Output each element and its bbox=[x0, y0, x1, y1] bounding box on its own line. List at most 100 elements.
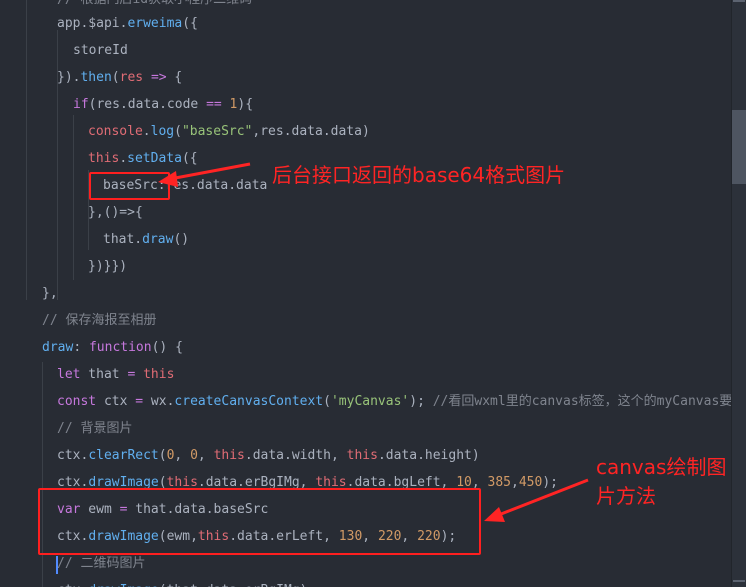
code-token: , bbox=[511, 475, 519, 490]
code-token: wx. bbox=[143, 394, 175, 409]
code-line[interactable]: if(res.data.code == 1){ bbox=[73, 91, 253, 118]
code-token: "baseSrc" bbox=[181, 124, 253, 139]
code-token: .data.width, bbox=[244, 448, 347, 463]
code-token: ctx. bbox=[57, 448, 89, 463]
code-token: 450 bbox=[518, 475, 543, 490]
code-token: . bbox=[142, 124, 151, 139]
annotation-label-canvas-line1: canvas绘制图 bbox=[596, 455, 727, 479]
code-token: draw bbox=[42, 340, 74, 355]
indent-guide bbox=[73, 115, 74, 280]
code-token: function bbox=[88, 340, 152, 355]
code-token: this bbox=[88, 151, 120, 166]
vertical-scrollbar[interactable] bbox=[731, 0, 746, 587]
code-token: { bbox=[166, 70, 183, 85]
code-token: setData bbox=[127, 151, 182, 166]
code-token: }). bbox=[57, 70, 81, 85]
code-token: app.$api. bbox=[57, 16, 128, 31]
scrollbar-thumb[interactable] bbox=[732, 110, 746, 184]
code-token: (res.data.code bbox=[88, 97, 207, 112]
code-token: log bbox=[150, 124, 175, 139]
code-token: erweima bbox=[127, 16, 183, 31]
code-token: // 保存海报至相册 bbox=[42, 313, 157, 328]
code-token: ); bbox=[542, 475, 558, 490]
annotation-arrowhead-2 bbox=[484, 507, 505, 522]
code-token: })}}) bbox=[88, 259, 128, 274]
code-token: ctx. bbox=[57, 583, 88, 587]
code-token: () { bbox=[151, 340, 183, 355]
code-token: const bbox=[57, 394, 97, 409]
code-token: : bbox=[73, 340, 89, 355]
code-line[interactable]: const ctx = wx.createCanvasContext('myCa… bbox=[57, 388, 746, 415]
code-line[interactable]: that.draw() bbox=[103, 226, 189, 253]
code-token: ){ bbox=[237, 97, 254, 112]
code-token: => bbox=[150, 70, 167, 85]
code-token: ( bbox=[111, 70, 120, 85]
code-token: this bbox=[346, 448, 378, 463]
overview-ruler-mark bbox=[733, 0, 745, 2]
code-token: ({ bbox=[181, 151, 198, 166]
annotation-box-basesrc bbox=[89, 172, 170, 200]
code-line[interactable]: }).then(res => { bbox=[57, 64, 182, 91]
code-token: // 根据门店id获取小程序二维码 bbox=[57, 0, 252, 7]
code-token: }, bbox=[42, 286, 58, 301]
annotation-label-base64: 后台接口返回的base64格式图片 bbox=[272, 163, 566, 187]
code-token: drawImage bbox=[88, 583, 158, 587]
code-line[interactable]: },()=>{ bbox=[88, 199, 143, 226]
code-token: then bbox=[80, 70, 112, 85]
code-token: ); bbox=[409, 394, 433, 409]
code-token: that. bbox=[103, 232, 143, 247]
code-token: this bbox=[143, 367, 175, 382]
code-token: this bbox=[213, 448, 245, 463]
code-token: () bbox=[173, 232, 190, 247]
code-token: , bbox=[174, 448, 191, 463]
code-token: // 背景图片 bbox=[57, 421, 133, 436]
code-line[interactable]: }, bbox=[42, 280, 58, 307]
code-token: storeId bbox=[73, 43, 128, 58]
code-token: ({ bbox=[182, 16, 198, 31]
code-line[interactable]: console.log("baseSrc",res.data.data) bbox=[88, 118, 370, 145]
code-token: },()=>{ bbox=[88, 205, 143, 220]
code-line[interactable]: // 保存海报至相册 bbox=[42, 307, 156, 334]
code-token: 385 bbox=[487, 475, 511, 490]
code-token: ,res.data.data) bbox=[252, 124, 370, 139]
annotation-box-draw-image bbox=[38, 488, 481, 555]
code-token: // 二维码图片 bbox=[57, 556, 146, 571]
code-line[interactable]: ctx.drawImage(that.data.erBgIMg); bbox=[57, 577, 315, 587]
code-token: //看回wxml里的canvas标签，这个的myCanvas要和标签里的canv… bbox=[432, 394, 746, 409]
code-token: , bbox=[197, 448, 214, 463]
code-line[interactable]: draw: function() { bbox=[42, 334, 183, 361]
code-token: that bbox=[80, 367, 128, 382]
code-token: clearRect bbox=[88, 448, 159, 463]
code-token: console bbox=[88, 124, 143, 139]
overview-ruler-mark bbox=[733, 580, 745, 582]
code-line[interactable]: // 背景图片 bbox=[57, 415, 132, 442]
annotation-label-canvas-line2: 片方法 bbox=[596, 484, 656, 508]
code-token: (that.data.erBgIMg); bbox=[159, 583, 316, 587]
code-token: ( bbox=[323, 394, 331, 409]
code-line[interactable]: ctx.clearRect(0, 0, this.data.width, thi… bbox=[57, 442, 480, 469]
code-editor[interactable]: // 根据门店id获取小程序二维码 app.$api.erweima({ sto… bbox=[0, 0, 746, 587]
code-line[interactable]: app.$api.erweima({ bbox=[57, 10, 198, 37]
code-token: createCanvasContext bbox=[174, 394, 324, 409]
indent-guide bbox=[26, 0, 27, 300]
code-line[interactable]: storeId bbox=[73, 37, 128, 64]
code-token: 'myCanvas' bbox=[330, 394, 410, 409]
code-token: if bbox=[73, 97, 89, 112]
code-token: ctx bbox=[96, 394, 136, 409]
code-token: draw bbox=[142, 232, 174, 247]
text-cursor bbox=[56, 556, 58, 574]
code-token: .data.height) bbox=[377, 448, 480, 463]
code-token: ( bbox=[174, 124, 182, 139]
code-line[interactable]: })}}) bbox=[88, 253, 127, 280]
code-line[interactable]: this.setData({ bbox=[88, 145, 198, 172]
code-token: res bbox=[119, 70, 144, 85]
code-token: let bbox=[57, 367, 81, 382]
code-line[interactable]: let that = this bbox=[57, 361, 174, 388]
code-token: == bbox=[206, 97, 222, 112]
code-token: ( bbox=[158, 448, 167, 463]
code-token: = bbox=[135, 394, 144, 409]
code-token: 0 bbox=[190, 448, 198, 463]
